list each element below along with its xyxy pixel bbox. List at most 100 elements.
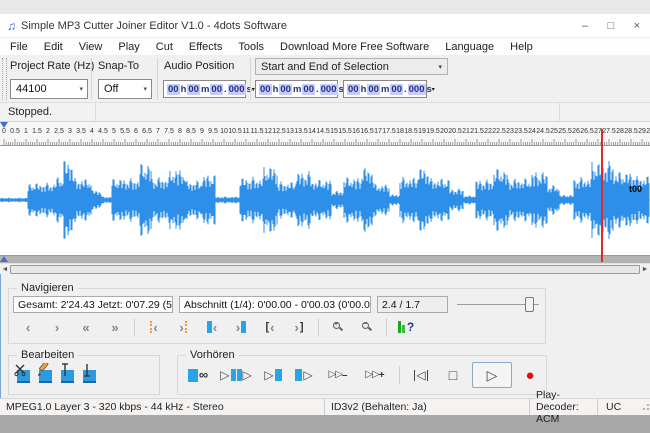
prev-marker-button[interactable]: ‹ xyxy=(141,317,167,337)
jump-forward-button[interactable]: » xyxy=(102,317,128,337)
step-back-button[interactable]: ‹ xyxy=(15,317,41,337)
decoder-status: Play-Decoder: ACM xyxy=(530,399,598,415)
chevron-down-icon: ▾ xyxy=(438,63,447,71)
zoom-in-button[interactable]: + xyxy=(325,317,351,337)
menu-help[interactable]: Help xyxy=(502,41,541,53)
next-marker-button[interactable]: › xyxy=(170,317,196,337)
menu-language[interactable]: Language xyxy=(437,41,502,53)
selection-start-field[interactable]: 00h00m00.000s▾ xyxy=(255,80,338,98)
maximize-button[interactable]: □ xyxy=(598,15,624,37)
bar-icon xyxy=(414,370,416,381)
navigate-group-label: Navigieren xyxy=(17,282,78,294)
waveform-panel[interactable] xyxy=(0,145,650,256)
window-title: Simple MP3 Cutter Joiner Editor V1.0 - 4… xyxy=(21,20,287,32)
slider-thumb[interactable] xyxy=(525,297,534,312)
toolbar-separator xyxy=(250,58,251,100)
menu-edit[interactable]: Edit xyxy=(36,41,71,53)
to-file-end-button[interactable]: ›] xyxy=(286,317,312,337)
menu-view[interactable]: View xyxy=(71,41,111,53)
chevron-down-icon: ▾ xyxy=(79,85,87,93)
preview-longer-button[interactable]: ▷▷ + xyxy=(359,363,391,387)
zoom-out-icon: − xyxy=(362,322,373,333)
zoom-in-icon: + xyxy=(333,322,344,333)
record-button[interactable]: ● xyxy=(517,363,543,387)
marker-dash-icon xyxy=(150,321,152,333)
to-selection-start-button[interactable]: ‹ xyxy=(199,317,225,337)
cut-selection-button[interactable] xyxy=(17,364,30,388)
close-button[interactable]: × xyxy=(624,15,650,37)
navigate-buttons: ‹ › « » ‹ › ‹ › [‹ ›] + − ? xyxy=(15,316,419,338)
help-icon: ? xyxy=(398,321,414,333)
transport-status: Stopped. xyxy=(0,103,96,121)
trim-end-button[interactable] xyxy=(83,364,96,388)
scroll-left-icon[interactable]: ◄ xyxy=(0,266,10,273)
step-forward-button[interactable]: › xyxy=(44,317,70,337)
snap-to-combobox[interactable]: Off ▾ xyxy=(98,79,152,99)
play-to-selection-button[interactable]: ▷ xyxy=(260,363,286,387)
trim-start-icon xyxy=(61,370,74,383)
play-from-selection-button[interactable]: ▷ xyxy=(291,363,317,387)
navigate-group: Navigieren Gesamt: 2'24.43 Jetzt: 0'07.2… xyxy=(8,288,546,344)
menu-tools[interactable]: Tools xyxy=(230,41,272,53)
menu-download-more-free-software[interactable]: Download More Free Software xyxy=(272,41,437,53)
edit-group: Bearbeiten xyxy=(8,355,160,395)
marker-strip xyxy=(0,256,650,263)
zoom-out-button[interactable]: − xyxy=(354,317,380,337)
preview-shorter-button[interactable]: ▷▷ – xyxy=(322,363,354,387)
menu-file[interactable]: File xyxy=(2,41,36,53)
chevron-down-icon: ▾ xyxy=(143,85,151,93)
zoom-ratio-box: 2.4 / 1.7 xyxy=(377,296,448,313)
audio-position-label: Audio Position xyxy=(164,60,234,72)
minimize-button[interactable]: – xyxy=(572,15,598,37)
loop-icon: ∞ xyxy=(199,369,208,381)
separator xyxy=(318,318,319,336)
preview-group-label: Vorhören xyxy=(186,349,239,361)
horizontal-scrollbar[interactable]: ◄ ► xyxy=(0,263,650,274)
play-around-selection-button[interactable]: ▷ ▷ xyxy=(217,363,255,387)
selection-end-field[interactable]: 00h00m00.000s▾ xyxy=(343,80,427,98)
audio-position-field[interactable]: 00h00m00.000s▾ xyxy=(163,80,246,98)
section-info: Abschnitt (1/4): 0'00.00 - 0'00.03 (0'00… xyxy=(179,296,371,313)
spinner-dropdown-icon[interactable]: ▾ xyxy=(432,86,435,93)
edit-group-label: Bearbeiten xyxy=(17,349,78,361)
playback-cursor[interactable] xyxy=(601,129,603,262)
scroll-right-icon[interactable]: ► xyxy=(640,266,650,273)
selection-start-marker-bottom-icon[interactable] xyxy=(0,256,8,262)
resize-grip-icon[interactable] xyxy=(641,404,649,412)
edit-selection-button[interactable] xyxy=(39,364,52,388)
jump-back-button[interactable]: « xyxy=(73,317,99,337)
help-button[interactable]: ? xyxy=(393,317,419,337)
record-icon: ● xyxy=(525,368,534,383)
zoom-slider[interactable] xyxy=(457,296,539,313)
format-status: MPEG1.0 Layer 3 - 320 kbps - 44 kHz - St… xyxy=(0,399,325,415)
selection-mode-label: Start and End of Selection xyxy=(261,61,389,73)
stop-icon: □ xyxy=(449,367,457,383)
trim-start-button[interactable] xyxy=(61,364,74,388)
toolbar-grip xyxy=(2,58,7,100)
clip-label: t00 xyxy=(629,184,642,194)
selection-bar-icon xyxy=(237,369,242,381)
selection-bar-icon xyxy=(188,369,198,382)
play-button[interactable]: ▷ xyxy=(472,362,512,388)
stop-button[interactable]: □ xyxy=(439,363,467,387)
selection-mode-combobox[interactable]: Start and End of Selection ▾ xyxy=(255,58,448,75)
total-time-info: Gesamt: 2'24.43 Jetzt: 0'07.29 (5%) xyxy=(13,296,173,313)
scrollbar-thumb[interactable] xyxy=(10,265,640,274)
menu-effects[interactable]: Effects xyxy=(181,41,230,53)
play-icon: ▷ xyxy=(487,369,498,381)
to-file-start-button[interactable]: [‹ xyxy=(257,317,283,337)
to-selection-end-button[interactable]: › xyxy=(228,317,254,337)
menu-play[interactable]: Play xyxy=(110,41,147,53)
skip-start-icon: ◁ xyxy=(416,369,425,381)
project-rate-combobox[interactable]: 44100 ▾ xyxy=(10,79,88,99)
menu-cut[interactable]: Cut xyxy=(148,41,181,53)
selection-bar-icon xyxy=(275,369,282,381)
window-controls: – □ × xyxy=(572,15,650,37)
separator xyxy=(386,318,387,336)
bar-icon xyxy=(427,370,429,381)
toolbar-separator xyxy=(157,58,158,100)
timeline-ruler[interactable]: 00.511.522.533.544.555.566.577.588.599.5… xyxy=(0,122,650,145)
skip-to-start-button[interactable]: ◁ xyxy=(408,363,434,387)
pencil-icon xyxy=(39,370,52,383)
loop-selection-button[interactable]: ∞ xyxy=(184,363,212,387)
